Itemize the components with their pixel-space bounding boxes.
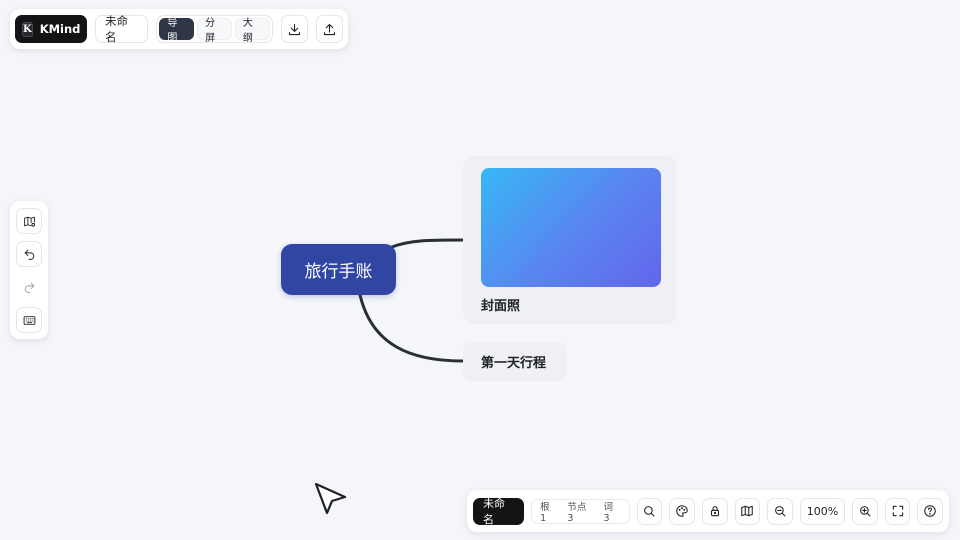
brand-logo-icon: K: [22, 21, 33, 37]
top-toolbar: K KMind 未命名 导图 分屏 大纲: [10, 9, 348, 49]
cover-image[interactable]: [481, 168, 661, 287]
upload-icon: [323, 23, 335, 35]
document-stats: 根 1 节点 3 词 3: [531, 498, 630, 524]
search-icon: [644, 506, 655, 517]
zoom-level[interactable]: 100%: [799, 497, 846, 525]
map-settings-button[interactable]: [16, 208, 42, 234]
node-cover-photo[interactable]: 封面照: [463, 156, 676, 324]
fullscreen-button[interactable]: [884, 497, 911, 525]
status-document-name[interactable]: 未命名: [473, 497, 525, 526]
lock-button[interactable]: [701, 497, 728, 525]
bottom-status-bar: 未命名 根 1 节点 3 词 3 100%: [467, 490, 949, 532]
help-icon: [924, 505, 936, 517]
undo-button[interactable]: [16, 241, 42, 267]
keyboard-icon: [23, 315, 35, 325]
view-mode-mindmap[interactable]: 导图: [159, 18, 195, 44]
help-button[interactable]: [917, 497, 943, 525]
stat-word-count: 词 3: [603, 501, 613, 524]
view-mode-outline[interactable]: 大纲: [234, 18, 270, 44]
edge-root-cover: [390, 238, 465, 249]
node-cover-photo-label: 封面照: [481, 299, 521, 314]
minimap-button[interactable]: [734, 497, 761, 525]
mouse-cursor-icon: [314, 482, 347, 515]
undo-icon: [24, 249, 34, 260]
map-settings-icon: [23, 216, 35, 227]
keyboard-shortcuts-button[interactable]: [16, 307, 42, 333]
left-toolbar: [10, 201, 48, 339]
zoom-in-button[interactable]: [852, 497, 878, 525]
node-day-one-label: 第一天行程: [481, 356, 547, 371]
stat-root-count: 根 1: [540, 501, 550, 524]
node-day-one[interactable]: 第一天行程: [463, 342, 566, 381]
brand-button[interactable]: K KMind: [15, 15, 87, 43]
download-icon: [288, 23, 300, 35]
view-mode-split[interactable]: 分屏: [197, 18, 232, 44]
download-button[interactable]: [280, 15, 308, 43]
root-node[interactable]: 旅行手账: [281, 244, 396, 295]
redo-button[interactable]: [16, 274, 42, 300]
fullscreen-icon: [892, 505, 903, 517]
root-node-label: 旅行手账: [304, 262, 373, 282]
zoom-out-button[interactable]: [767, 497, 793, 525]
stat-node-count: 节点 3: [567, 501, 587, 524]
theme-button[interactable]: [669, 497, 695, 525]
theme-icon: [676, 505, 688, 517]
upload-button[interactable]: [315, 15, 343, 43]
zoom-out-icon: [775, 506, 786, 517]
brand-name: KMind: [39, 22, 81, 36]
zoom-in-icon: [860, 506, 871, 517]
view-mode-switch: 导图 分屏 大纲: [156, 15, 273, 44]
edge-root-day1: [358, 293, 465, 363]
document-title[interactable]: 未命名: [95, 14, 149, 44]
redo-icon: [24, 282, 34, 293]
minimap-icon: [741, 505, 754, 517]
search-button[interactable]: [636, 497, 663, 525]
lock-icon: [710, 506, 719, 517]
